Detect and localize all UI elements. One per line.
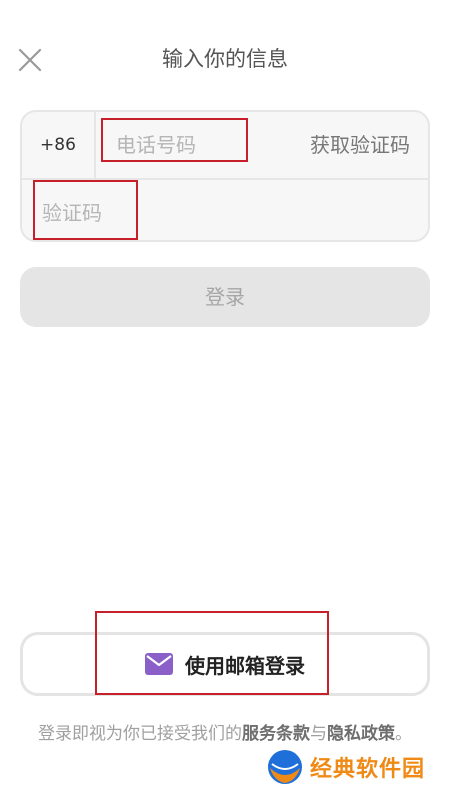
mail-icon — [145, 653, 173, 675]
watermark-text: 经典软件园 — [310, 757, 426, 782]
terms-text: 登录即视为你已接受我们的服务条款与隐私政策。 — [30, 718, 420, 750]
email-login-button[interactable]: 使用邮箱登录 — [20, 632, 430, 696]
page-title: 输入你的信息 — [162, 47, 288, 71]
phone-row: +86 获取验证码 — [22, 112, 428, 180]
terms-connector: 与 — [310, 724, 327, 744]
privacy-policy-link[interactable]: 隐私政策 — [327, 724, 395, 744]
login-form: +86 获取验证码 — [20, 110, 430, 242]
watermark: 经典软件园 — [266, 748, 425, 786]
phone-input[interactable] — [114, 126, 258, 164]
get-code-button[interactable]: 获取验证码 — [310, 112, 410, 178]
terms-prefix: 登录即视为你已接受我们的 — [38, 724, 242, 744]
terms-suffix: 。 — [395, 724, 412, 744]
email-login-label: 使用邮箱登录 — [185, 653, 305, 678]
verification-code-input[interactable] — [40, 194, 164, 232]
country-code-selector[interactable]: +86 — [22, 112, 96, 178]
service-terms-link[interactable]: 服务条款 — [242, 724, 310, 744]
watermark-logo-icon — [268, 750, 302, 784]
login-button[interactable]: 登录 — [20, 267, 430, 327]
